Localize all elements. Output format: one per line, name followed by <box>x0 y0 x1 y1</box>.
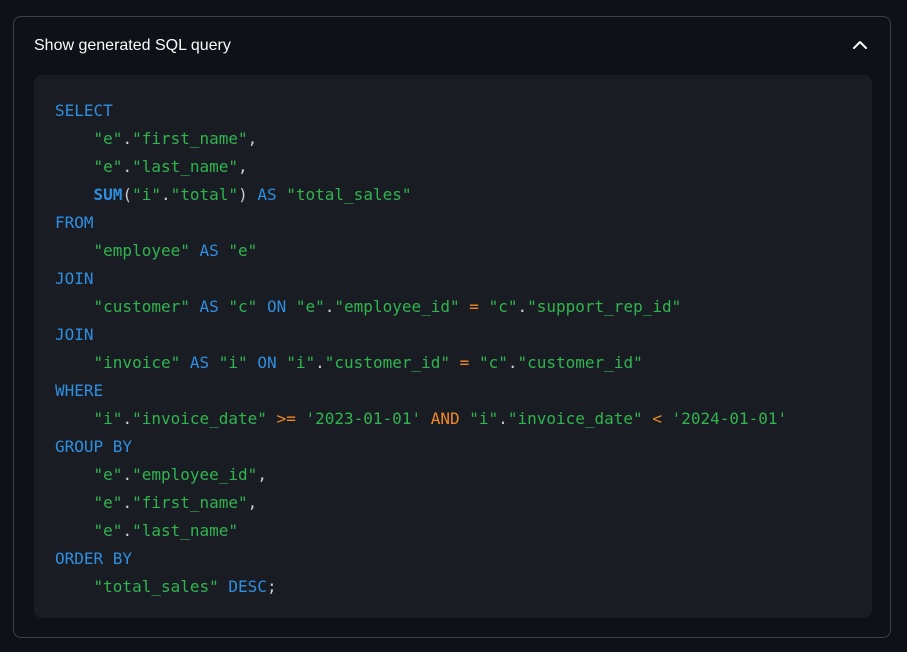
sql-keyword: ON <box>257 353 277 372</box>
sql-operator: AND <box>430 409 460 428</box>
sql-function: SUM <box>93 185 123 204</box>
code-line: GROUP BY <box>55 437 132 456</box>
sql-string: "i" <box>286 353 316 372</box>
sql-string: "customer_id" <box>324 353 451 372</box>
sql-string: "e" <box>228 241 258 260</box>
code-line: FROM <box>55 213 94 232</box>
sql-punctuation: , <box>257 465 267 484</box>
code-line: "customer" AS "c" ON "e"."employee_id" =… <box>55 297 682 316</box>
sql-string: "e" <box>295 297 325 316</box>
sql-punctuation: ) <box>238 185 248 204</box>
sql-string: "total" <box>170 185 239 204</box>
code-line: "i"."invoice_date" >= '2023-01-01' AND "… <box>55 409 788 428</box>
sql-keyword: AS <box>189 353 210 372</box>
sql-string: "e" <box>93 465 123 484</box>
sql-punctuation: . <box>122 409 133 428</box>
code-line: SUM("i"."total") AS "total_sales" <box>55 185 412 204</box>
sql-punctuation: . <box>122 493 133 512</box>
sql-string: '2023-01-01' <box>305 409 422 428</box>
sql-string: "total_sales" <box>93 577 219 596</box>
sql-keyword: AS <box>199 297 219 316</box>
sql-string: "i" <box>469 409 499 428</box>
sql-string: "e" <box>93 493 123 512</box>
sql-string: "first_name" <box>132 493 248 512</box>
expander-header[interactable]: Show generated SQL query <box>14 17 890 75</box>
sql-keyword: DESC <box>228 577 267 596</box>
sql-keyword: FROM <box>55 213 94 232</box>
sql-punctuation: , <box>247 129 258 148</box>
sql-string: "last_name" <box>132 521 239 540</box>
code-line: "e"."first_name", <box>55 493 258 512</box>
sql-keyword: JOIN <box>55 269 94 288</box>
sql-operator: = <box>459 353 470 372</box>
sql-operator: >= <box>276 409 296 428</box>
sql-operator: = <box>469 297 479 316</box>
sql-punctuation: , <box>247 493 258 512</box>
sql-string: "i" <box>218 353 248 372</box>
code-line: "total_sales" DESC; <box>55 577 277 596</box>
sql-punctuation: . <box>122 129 133 148</box>
code-line: ORDER BY <box>55 549 132 568</box>
sql-code: SELECT "e"."first_name", "e"."last_name"… <box>55 97 872 601</box>
sql-string: "invoice_date" <box>132 409 267 428</box>
code-line: JOIN <box>55 269 94 288</box>
sql-string: "customer_id" <box>517 353 643 372</box>
sql-keyword: SELECT <box>55 101 113 120</box>
sql-string: "i" <box>132 185 161 204</box>
sql-keyword: AS <box>257 185 277 204</box>
code-line: SELECT <box>55 101 113 120</box>
sql-string: "i" <box>93 409 123 428</box>
code-line: JOIN <box>55 325 94 344</box>
sql-punctuation: . <box>498 409 508 428</box>
sql-keyword: JOIN <box>55 325 94 344</box>
sql-string: "last_name" <box>132 157 239 176</box>
sql-string: "e" <box>93 129 123 148</box>
sql-keyword: ORDER BY <box>55 549 133 568</box>
sql-punctuation: . <box>122 521 133 540</box>
sql-string: "total_sales" <box>286 185 412 204</box>
sql-punctuation: . <box>122 465 133 484</box>
sql-keyword: WHERE <box>55 381 104 400</box>
sql-punctuation: . <box>160 185 171 204</box>
sql-string: "support_rep_id" <box>527 297 682 316</box>
code-line: "e"."employee_id", <box>55 465 267 484</box>
sql-string: "customer" <box>93 297 190 316</box>
sql-string: "c" <box>228 297 258 316</box>
sql-string: '2024-01-01' <box>671 409 788 428</box>
sql-keyword: GROUP BY <box>55 437 133 456</box>
sql-string: "invoice_date" <box>507 409 643 428</box>
sql-string: "e" <box>93 521 123 540</box>
sql-keyword: ON <box>266 297 287 316</box>
sql-string: "invoice" <box>93 353 181 372</box>
code-line: "e"."last_name" <box>55 521 239 540</box>
sql-punctuation: . <box>315 353 325 372</box>
chevron-up-icon[interactable] <box>850 35 870 55</box>
sql-string: "c" <box>488 297 518 316</box>
code-block: SELECT "e"."first_name", "e"."last_name"… <box>34 75 872 618</box>
sql-string: "employee_id" <box>132 465 258 484</box>
sql-punctuation: , <box>238 157 248 176</box>
expander-title: Show generated SQL query <box>34 37 231 54</box>
sql-string: "employee" <box>93 241 190 260</box>
sql-punctuation: . <box>517 297 528 316</box>
sql-punctuation: ; <box>266 577 277 596</box>
sql-string: "e" <box>93 157 123 176</box>
sql-string: "employee_id" <box>334 297 460 316</box>
code-line: "employee" AS "e" <box>55 241 258 260</box>
sql-string: "first_name" <box>132 129 248 148</box>
sql-operator: < <box>652 409 662 428</box>
code-line: "e"."last_name", <box>55 157 248 176</box>
code-line: "invoice" AS "i" ON "i"."customer_id" = … <box>55 353 643 372</box>
sql-punctuation: . <box>122 157 133 176</box>
sql-string: "c" <box>478 353 508 372</box>
sql-query-expander: Show generated SQL query SELECT "e"."fir… <box>13 16 891 638</box>
code-line: WHERE <box>55 381 103 400</box>
sql-punctuation: ( <box>122 185 133 204</box>
sql-punctuation: . <box>324 297 335 316</box>
sql-keyword: AS <box>199 241 219 260</box>
code-line: "e"."first_name", <box>55 129 258 148</box>
